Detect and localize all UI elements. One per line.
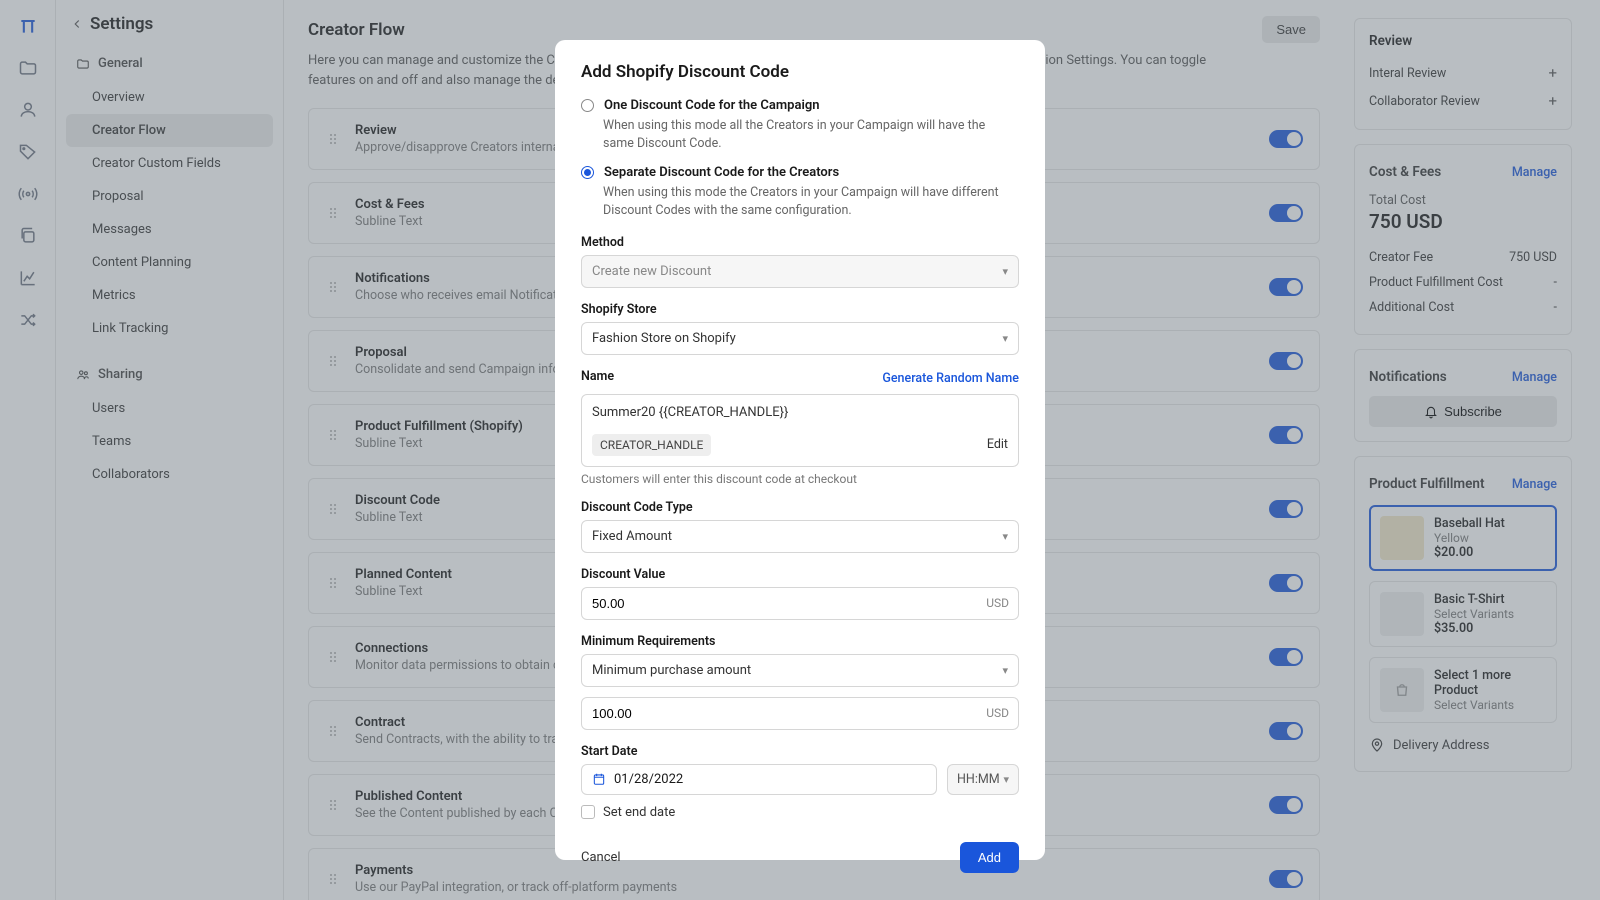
chevron-down-icon: ▾ xyxy=(1002,664,1008,677)
radio-icon xyxy=(581,166,594,179)
checkbox-icon xyxy=(581,805,595,819)
chevron-down-icon: ▾ xyxy=(1002,530,1008,543)
start-time-select[interactable]: HH:MM▾ xyxy=(947,764,1019,795)
radio-option-1[interactable]: One Discount Code for the Campaign When … xyxy=(581,98,1019,153)
radio-option-2[interactable]: Separate Discount Code for the Creators … xyxy=(581,165,1019,220)
variable-tag[interactable]: CREATOR_HANDLE xyxy=(592,434,711,456)
store-select[interactable]: Fashion Store on Shopify▾ xyxy=(581,322,1019,355)
cancel-button[interactable]: Cancel xyxy=(581,850,621,865)
minreq-amount-input[interactable] xyxy=(581,697,1019,730)
start-date-input[interactable]: 01/28/2022 xyxy=(581,764,937,795)
add-button[interactable]: Add xyxy=(960,842,1019,873)
type-select[interactable]: Fixed Amount▾ xyxy=(581,520,1019,553)
modal-title: Add Shopify Discount Code xyxy=(581,62,1019,82)
chevron-down-icon: ▾ xyxy=(1002,332,1008,345)
discount-modal: Add Shopify Discount Code One Discount C… xyxy=(555,40,1045,860)
name-input[interactable]: Summer20 {{CREATOR_HANDLE}} CREATOR_HAND… xyxy=(581,394,1019,467)
generate-name-link[interactable]: Generate Random Name xyxy=(882,371,1019,386)
minreq-select[interactable]: Minimum purchase amount▾ xyxy=(581,654,1019,687)
edit-link[interactable]: Edit xyxy=(987,437,1008,452)
calendar-icon xyxy=(592,772,606,786)
discount-value-input[interactable] xyxy=(581,587,1019,620)
chevron-down-icon: ▾ xyxy=(1003,773,1009,786)
end-date-checkbox[interactable]: Set end date xyxy=(581,805,1019,820)
radio-icon xyxy=(581,99,594,112)
method-select[interactable]: Create new Discount▾ xyxy=(581,255,1019,288)
chevron-down-icon: ▾ xyxy=(1002,265,1008,278)
